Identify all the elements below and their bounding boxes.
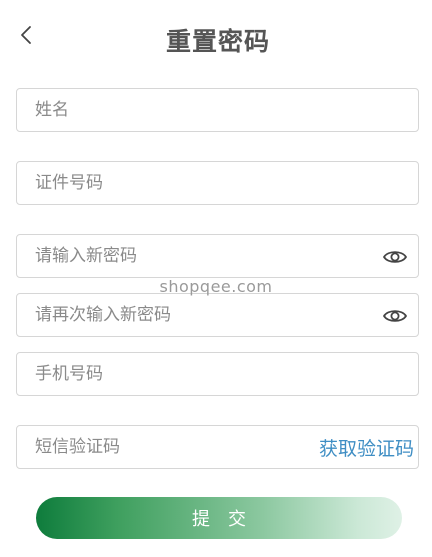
submit-button[interactable]: 提交 [36, 497, 402, 539]
sms-code-input[interactable] [35, 426, 305, 468]
name-input[interactable] [35, 89, 375, 131]
header-bar: 重置密码 [0, 0, 432, 76]
eye-icon[interactable] [382, 246, 408, 268]
new-password-field[interactable] [16, 234, 419, 278]
phone-input[interactable] [35, 353, 375, 395]
confirm-password-field[interactable] [16, 293, 419, 337]
eye-icon[interactable] [382, 305, 408, 327]
new-password-input[interactable] [35, 235, 375, 277]
id-number-input[interactable] [35, 162, 375, 204]
page-title: 重置密码 [165, 27, 270, 56]
get-code-button[interactable]: 获取验证码 [319, 426, 414, 468]
id-number-field[interactable] [16, 161, 419, 205]
watermark-text: shopqee.com [159, 277, 273, 296]
sms-code-field[interactable]: 获取验证码 [16, 425, 419, 469]
name-field[interactable] [16, 88, 419, 132]
phone-field[interactable] [16, 352, 419, 396]
confirm-password-input[interactable] [35, 294, 375, 336]
